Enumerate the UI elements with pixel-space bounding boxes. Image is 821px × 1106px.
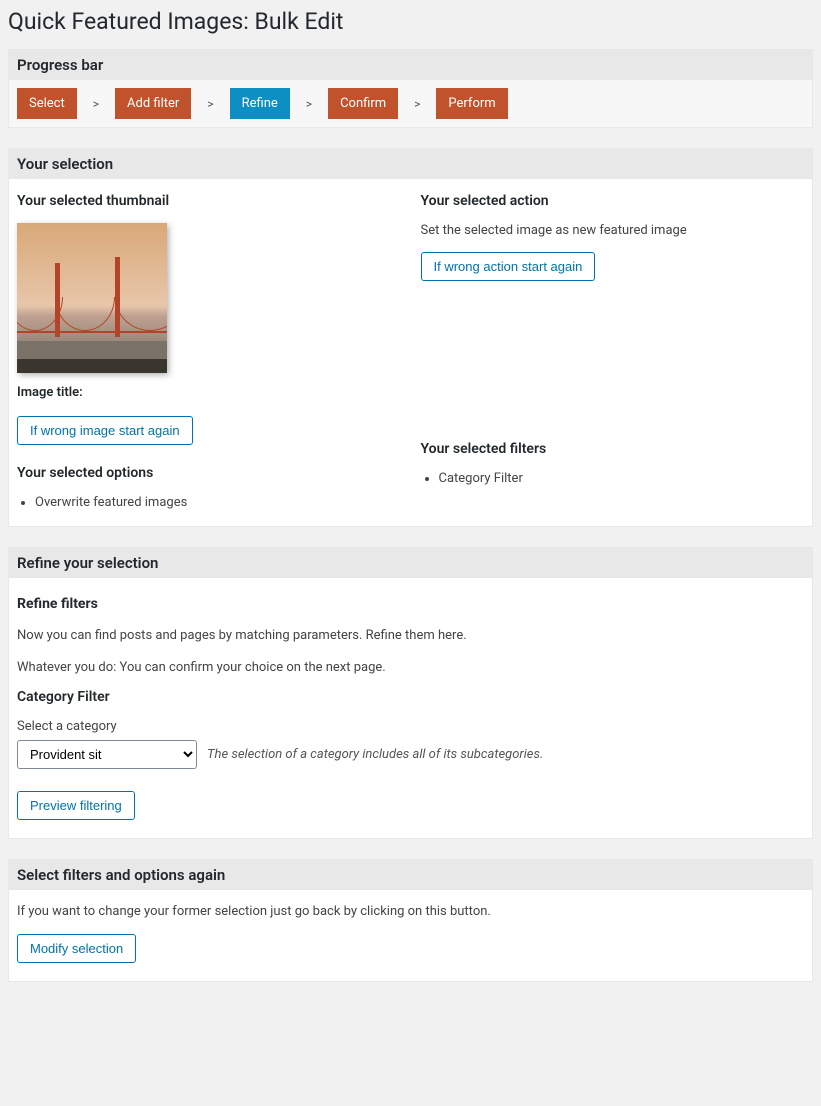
again-section: Select filters and options again If you … bbox=[8, 859, 813, 982]
options-heading: Your selected options bbox=[17, 465, 401, 481]
chevron-right-icon: > bbox=[398, 97, 436, 111]
category-select[interactable]: Provident sit bbox=[17, 740, 197, 769]
action-heading: Your selected action bbox=[421, 193, 805, 209]
category-filter-heading: Category Filter bbox=[17, 689, 804, 705]
selection-header: Your selection bbox=[9, 149, 812, 179]
refine-filters-subhead: Refine filters bbox=[17, 596, 804, 612]
action-description: Set the selected image as new featured i… bbox=[421, 223, 805, 238]
page-title: Quick Featured Images: Bulk Edit bbox=[8, 8, 813, 35]
filters-list: Category Filter bbox=[421, 471, 805, 486]
selection-section: Your selection Your selected thumbnail I… bbox=[8, 148, 813, 527]
action-column: Your selected action Set the selected im… bbox=[421, 193, 805, 520]
progress-header: Progress bar bbox=[9, 50, 812, 80]
filters-heading: Your selected filters bbox=[421, 441, 805, 457]
refine-header: Refine your selection bbox=[9, 548, 812, 578]
step-select[interactable]: Select bbox=[17, 88, 77, 119]
thumbnail-column: Your selected thumbnail Image title: If … bbox=[17, 193, 401, 520]
progress-section: Progress bar Select>Add filter>Refine>Co… bbox=[8, 49, 813, 128]
step-confirm[interactable]: Confirm bbox=[328, 88, 398, 119]
category-hint: The selection of a category includes all… bbox=[207, 747, 543, 762]
refine-para-1: Now you can find posts and pages by matc… bbox=[17, 626, 804, 646]
thumbnail-heading: Your selected thumbnail bbox=[17, 193, 401, 209]
chevron-right-icon: > bbox=[191, 97, 229, 111]
step-perform[interactable]: Perform bbox=[436, 88, 507, 119]
preview-filtering-button[interactable]: Preview filtering bbox=[17, 791, 135, 820]
wrong-action-button[interactable]: If wrong action start again bbox=[421, 252, 596, 281]
refine-section: Refine your selection Refine filters Now… bbox=[8, 547, 813, 839]
again-header: Select filters and options again bbox=[9, 860, 812, 890]
modify-selection-button[interactable]: Modify selection bbox=[17, 934, 136, 963]
wrong-image-button[interactable]: If wrong image start again bbox=[17, 416, 193, 445]
chevron-right-icon: > bbox=[77, 97, 115, 111]
list-item: Category Filter bbox=[439, 471, 805, 486]
category-select-label: Select a category bbox=[17, 719, 804, 734]
step-add-filter[interactable]: Add filter bbox=[115, 88, 191, 119]
list-item: Overwrite featured images bbox=[35, 495, 401, 510]
chevron-right-icon: > bbox=[290, 97, 328, 111]
again-para: If you want to change your former select… bbox=[17, 902, 804, 922]
refine-para-2: Whatever you do: You can confirm your ch… bbox=[17, 658, 804, 678]
step-refine[interactable]: Refine bbox=[230, 88, 290, 119]
thumbnail-preview bbox=[17, 223, 167, 373]
image-title-label: Image title: bbox=[17, 385, 401, 400]
options-list: Overwrite featured images bbox=[17, 495, 401, 510]
progress-steps: Select>Add filter>Refine>Confirm>Perform bbox=[9, 80, 812, 127]
